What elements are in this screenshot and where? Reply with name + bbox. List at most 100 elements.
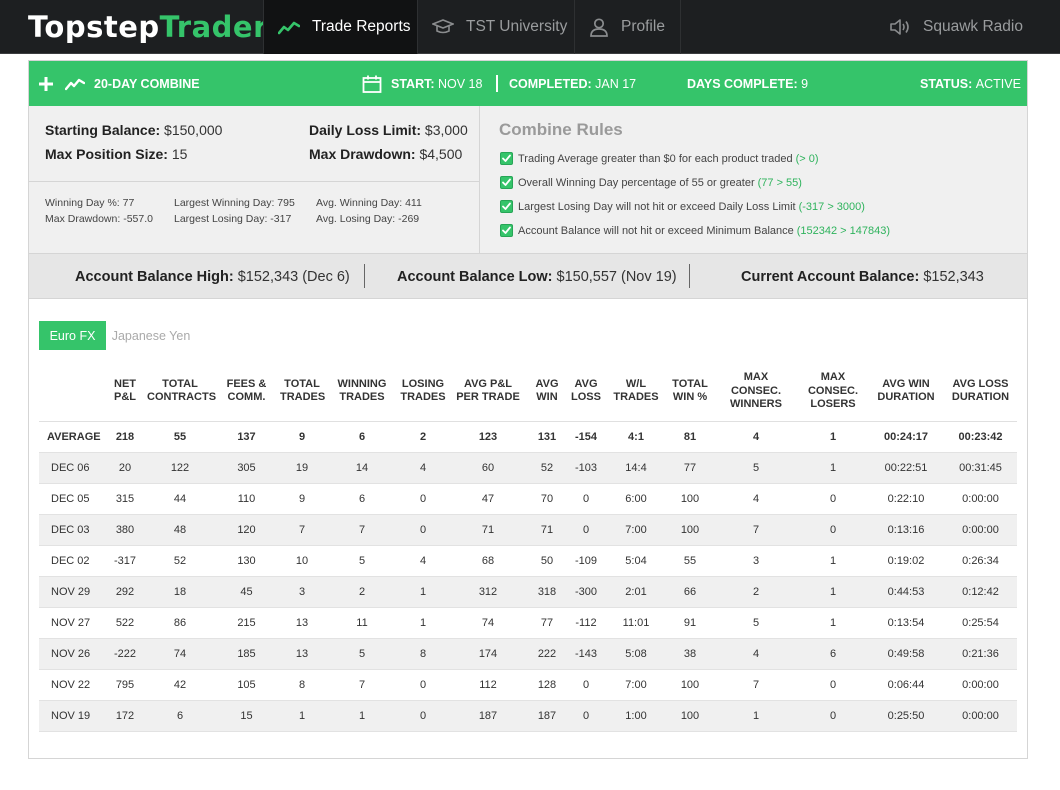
table-cell: 68: [448, 545, 528, 577]
table-cell: 00:23:42: [944, 421, 1017, 453]
table-cell: 0: [798, 514, 868, 546]
table-cell: 77: [528, 607, 566, 639]
brand-logo-part-2: Trader: [159, 10, 268, 44]
combine-header-bar: 20-DAY COMBINE START: NOV 18 COMPLETED: …: [29, 61, 1027, 106]
table-cell: 1: [398, 607, 448, 639]
table-cell: 66: [666, 576, 714, 608]
table-cell: 11:01: [606, 607, 666, 639]
nav-tst-university-label: TST University: [466, 18, 568, 35]
table-cell: 1: [326, 700, 398, 732]
table-cell: 8: [278, 669, 326, 701]
starting-balance-value: $150,000: [164, 122, 223, 138]
table-cell: 00:31:45: [944, 452, 1017, 484]
tab-euro-fx[interactable]: Euro FX: [39, 321, 106, 350]
table-cell: 44: [145, 483, 215, 515]
table-cell: 5: [714, 607, 798, 639]
balance-current-label: Current Account Balance:: [741, 268, 920, 285]
row-label: NOV 29: [39, 576, 105, 608]
rule-text: Account Balance will not hit or exceed M…: [518, 224, 794, 237]
combine-status-label: STATUS:: [920, 76, 973, 91]
info-divider: [29, 181, 480, 182]
table-cell: 0: [798, 669, 868, 701]
table-cell: 19: [278, 452, 326, 484]
expand-plus-icon[interactable]: [38, 61, 54, 106]
table-cell: 130: [215, 545, 278, 577]
max-position-size: Max Position Size: 15: [45, 146, 187, 162]
table-cell: 4: [714, 421, 798, 453]
balance-summary-bar: Account Balance High: $152,343 (Dec 6) Ac…: [29, 254, 1027, 299]
table-cell: 315: [105, 483, 145, 515]
stat-largest-losing-day: Largest Losing Day: -317: [174, 213, 292, 225]
table-cell: 3: [714, 545, 798, 577]
table-cell: 100: [666, 514, 714, 546]
nav-profile[interactable]: Profile: [574, 0, 681, 54]
table-cell: 0:00:00: [944, 700, 1017, 732]
table-row: DEC 06 20 122 305 19 14 4 60 52 -103 14:4 77 5 1 00:22…: [39, 452, 1017, 484]
nav-tst-university[interactable]: TST University: [417, 0, 574, 54]
table-cell: 0:21:36: [944, 638, 1017, 670]
balance-low-label: Account Balance Low:: [397, 268, 553, 285]
table-cell: 74: [448, 607, 528, 639]
table-cell: 0:49:58: [868, 638, 944, 670]
row-label: NOV 26: [39, 638, 105, 670]
rule-item: Trading Average greater than $0 for each…: [500, 152, 819, 165]
balance-low: Account Balance Low: $150,557 (Nov 19): [397, 254, 677, 299]
max-position-value: 15: [171, 146, 188, 162]
account-parameters: Starting Balance: $150,000 Max Position …: [29, 106, 480, 254]
table-cell: 71: [448, 514, 528, 546]
chart-line-icon: [65, 77, 85, 91]
table-cell: 380: [105, 514, 145, 546]
table-cell: -317: [105, 545, 145, 577]
table-cell: 0:00:00: [944, 669, 1017, 701]
table-cell: -103: [566, 452, 606, 484]
table-cell: 1: [714, 700, 798, 732]
table-cell: 0: [566, 700, 606, 732]
table-cell: 00:24:17: [868, 421, 944, 453]
row-label: DEC 05: [39, 483, 105, 515]
column-header: W/L TRADES: [606, 362, 666, 422]
table-row: DEC 05 315 44 110 9 6 0 47 70 0 6:00 100 4 0 0:22:10 0:…: [39, 483, 1017, 515]
table-cell: -222: [105, 638, 145, 670]
table-cell: 9: [278, 421, 326, 453]
rule-result: (-317 > 3000): [798, 200, 865, 213]
table-cell: 81: [666, 421, 714, 453]
brand-logo[interactable]: TopstepTrader: [28, 10, 268, 44]
table-row: NOV 27 522 86 215 13 11 1 74 77 -112 11:01 91 5 1 0:13…: [39, 607, 1017, 639]
column-header: TOTAL CONTRACTS: [145, 362, 216, 422]
table-cell: 7:00: [606, 669, 666, 701]
balance-divider: [689, 264, 690, 288]
header-divider: [496, 75, 498, 92]
table-cell: 0: [398, 483, 448, 515]
column-header: AVG LOSS DURATION: [944, 362, 1017, 422]
combine-title-text: 20-DAY COMBINE: [94, 76, 200, 91]
table-cell: 0:26:34: [944, 545, 1017, 577]
nav-trade-reports[interactable]: Trade Reports: [263, 0, 417, 54]
row-label: DEC 02: [39, 545, 105, 577]
tab-japanese-yen[interactable]: Japanese Yen: [106, 321, 196, 350]
table-cell: 4:1: [606, 421, 666, 453]
table-cell: 0:12:42: [944, 576, 1017, 608]
table-cell: 5: [326, 545, 398, 577]
table-cell: 795: [105, 669, 145, 701]
column-header: AVG P&L PER TRADE: [448, 362, 528, 422]
table-cell: 2: [398, 421, 448, 453]
table-cell: 6: [326, 421, 398, 453]
table-cell: -112: [566, 607, 606, 639]
table-cell: 0: [798, 700, 868, 732]
table-cell: 50: [528, 545, 566, 577]
checkbox-checked-icon: [500, 176, 513, 189]
row-label: DEC 03: [39, 514, 105, 546]
table-cell: 318: [528, 576, 566, 608]
table-cell: 0: [566, 514, 606, 546]
daily-loss-label: Daily Loss Limit:: [309, 122, 422, 138]
nav-profile-label: Profile: [621, 18, 665, 35]
column-header: [39, 362, 105, 422]
table-cell: 100: [666, 700, 714, 732]
table-cell: 55: [145, 421, 215, 453]
table-cell: 0:00:00: [944, 514, 1017, 546]
table-cell: -154: [566, 421, 606, 453]
nav-squawk-radio[interactable]: Squawk Radio: [887, 0, 1047, 54]
table-body: AVERAGE 218 55 137 9 6 2 123 131 -154 4:1 81 4 1 00:24…: [39, 421, 1017, 732]
table-row: NOV 26 -222 74 185 13 5 8 174 222 -143 5:08 38 4 6 0:4…: [39, 638, 1017, 670]
table-cell: 0: [398, 669, 448, 701]
